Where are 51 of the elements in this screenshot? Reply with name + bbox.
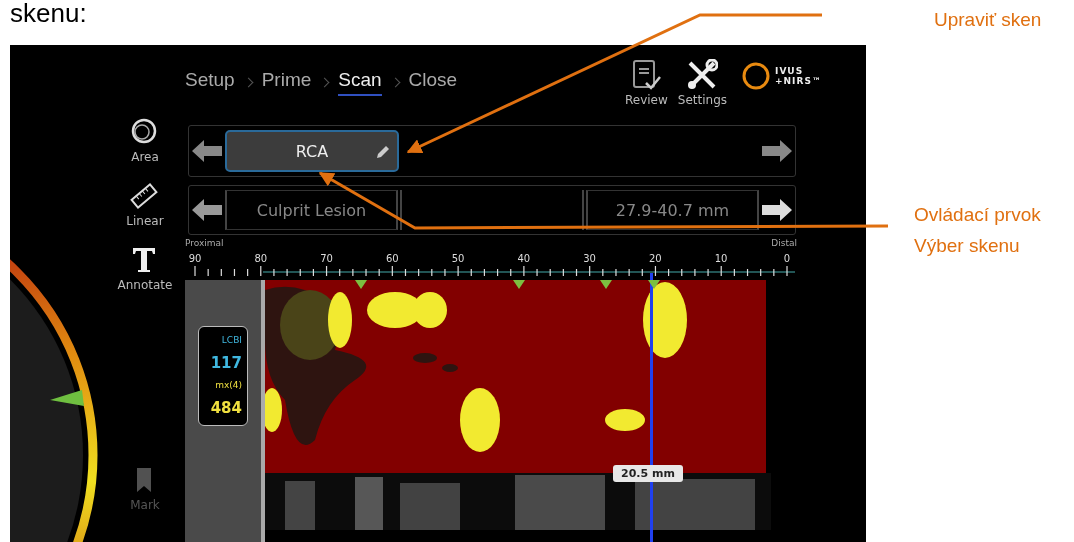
- segment-slot[interactable]: [400, 190, 584, 230]
- marker-icon[interactable]: [355, 280, 367, 289]
- ring-logo-icon: [741, 61, 772, 91]
- previous-scan-button[interactable]: [191, 138, 223, 164]
- pencil-icon: [375, 144, 391, 160]
- settings-button[interactable]: Settings: [677, 59, 728, 107]
- max-lcbi-label: mx(4): [215, 380, 242, 391]
- axis-tick-label: 20: [648, 252, 663, 264]
- segment-button[interactable]: 27.9-40.7 mm: [586, 190, 759, 230]
- axis-tick-label: 0: [782, 252, 792, 264]
- marker-icon[interactable]: [513, 280, 525, 289]
- ivus-nirs-logo: IVUS +NIRS™: [741, 61, 822, 91]
- axis-tick-label: 10: [713, 252, 729, 264]
- step-tab[interactable]: Prime: [261, 69, 312, 96]
- right-arrow-icon: [762, 140, 792, 162]
- max-lcbi-value: 484: [210, 398, 242, 417]
- step-tab[interactable]: Scan: [338, 69, 382, 96]
- lcbi-value: 117: [210, 353, 242, 372]
- checklist-icon: [630, 59, 663, 91]
- tool-button[interactable]: Area: [130, 118, 160, 164]
- axis-tick-label: 50: [450, 252, 466, 264]
- distal-label: Distal: [771, 238, 797, 250]
- intro-text: skenu:: [10, 0, 88, 30]
- step-tab[interactable]: Close: [408, 69, 458, 96]
- settings-icon: [686, 59, 719, 91]
- review-button[interactable]: Review: [625, 59, 668, 107]
- scan-name-button[interactable]: RCA: [225, 130, 399, 172]
- marker-icon[interactable]: [600, 280, 612, 289]
- next-scan-button[interactable]: [761, 138, 793, 164]
- step-tab[interactable]: Setup: [185, 69, 235, 96]
- tool-button[interactable]: Linear: [126, 182, 164, 228]
- callout-label: Upraviť sken: [933, 8, 1043, 32]
- lcbi-label: LCBI: [221, 335, 242, 346]
- tool-button[interactable]: Annotate: [117, 246, 173, 292]
- axis-tick-label: 40: [516, 252, 532, 264]
- callout-label: Ovládací prvok Výber skenu: [913, 203, 1042, 258]
- axis-tick-label: 90: [187, 252, 203, 264]
- axis-tick-label: 30: [582, 252, 597, 264]
- axis-tick-label: 70: [319, 252, 334, 264]
- axis-tick-label: 60: [384, 252, 400, 264]
- right-arrow-icon: [762, 199, 792, 221]
- proximal-label: Proximal: [185, 238, 224, 250]
- next-segment-button[interactable]: [761, 197, 793, 223]
- left-arrow-icon: [192, 199, 222, 221]
- previous-segment-button[interactable]: [191, 197, 223, 223]
- cursor-position-label: 20.5 mm: [613, 465, 683, 482]
- position-cursor-line[interactable]: [650, 273, 653, 542]
- segment-button[interactable]: Culprit Lesion: [225, 190, 398, 230]
- axis-tick-label: 80: [253, 252, 269, 264]
- marker-icon[interactable]: [648, 280, 660, 289]
- left-arrow-icon: [192, 140, 222, 162]
